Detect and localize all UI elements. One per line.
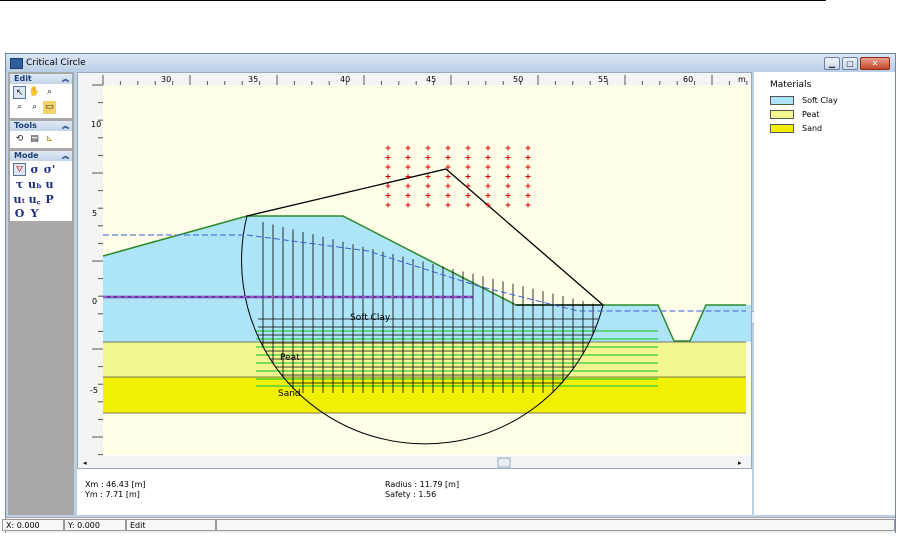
y-coordinate-status: Y: 0.000	[64, 519, 126, 531]
x-coordinate-status: X: 0.000	[2, 519, 64, 531]
x-tick-label: 50	[513, 75, 523, 84]
status-message	[216, 519, 895, 531]
title-bar[interactable]: Critical Circle ▁ □ ✕	[6, 54, 895, 72]
left-ruler	[78, 73, 103, 468]
tool-panel: Edit ︽ ↖ ✋ ⌕ ⌕ ⌕ ▭ Tools ︽ ⟲ ▤ ⊾ Mode ︽ …	[8, 72, 74, 515]
geometry-mode-icon[interactable]: ⛛	[13, 163, 26, 176]
tools-section-header[interactable]: Tools ︽	[10, 121, 72, 131]
maximize-button[interactable]: □	[842, 57, 858, 70]
mode-p-button[interactable]: P	[43, 193, 56, 206]
mode-sigma-effective-button[interactable]: σ'	[43, 163, 56, 176]
edit-section-header[interactable]: Edit ︽	[10, 74, 72, 84]
tools-section-label: Tools	[14, 121, 37, 130]
top-rule	[0, 0, 826, 1]
y-tick-label: 5	[92, 209, 97, 218]
x-tick-label: 30	[161, 75, 171, 84]
pan-hand-icon[interactable]: ✋	[28, 86, 41, 99]
x-tick-label: 60	[683, 75, 693, 84]
results-info: Xm : 46.43 [m] Ym : 7.71 [m] Radius : 11…	[77, 469, 752, 515]
y-tick-label: 0	[92, 297, 97, 306]
peat-swatch	[770, 110, 794, 119]
top-ruler	[78, 73, 751, 85]
minimize-button[interactable]: ▁	[824, 57, 840, 70]
legend-item-label: Peat	[802, 110, 820, 119]
mode-ud-button[interactable]: u꜀	[28, 193, 41, 206]
cross-section-drawing[interactable]: 30 35 40 45 50 55 60 m 10 5 0 -5 E	[78, 73, 751, 468]
ym-readout: Ym : 7.71 [m]	[85, 490, 140, 499]
mode-section-header[interactable]: Mode ︽	[10, 151, 72, 161]
x-tick-label: 35	[248, 75, 258, 84]
status-bar: X: 0.000 Y: 0.000 Edit	[2, 517, 895, 533]
critical-circle-window: Critical Circle ▁ □ ✕ Edit ︽ ↖ ✋ ⌕ ⌕ ⌕ ▭…	[2, 53, 896, 533]
sand-label: Sand	[278, 389, 301, 399]
horizontal-scroll-thumb[interactable]	[497, 457, 511, 468]
zoom-in-icon[interactable]: ⌕	[43, 86, 56, 99]
collapse-chevron-icon[interactable]: ︽	[62, 121, 69, 131]
scroll-left-icon[interactable]: ◂	[83, 459, 87, 467]
y-tick-label: 10	[91, 120, 101, 129]
xm-readout: Xm : 46.43 [m]	[85, 480, 146, 489]
mode-status: Edit	[126, 519, 216, 531]
sand-swatch	[770, 124, 794, 133]
horizontal-scrollbar[interactable]	[78, 456, 751, 468]
materials-legend: Materials Soft Clay Peat Sand	[754, 72, 895, 515]
mode-section-label: Mode	[14, 151, 39, 160]
mode-section: Mode ︽ ⛛ σ σ' τ uₕ u uₜ u꜀ P O Y	[10, 151, 72, 221]
mode-uh-button[interactable]: uₕ	[28, 178, 42, 191]
ruler-icon[interactable]: ⊾	[43, 133, 56, 146]
window-title: Critical Circle	[26, 58, 86, 68]
x-tick-label: 55	[598, 75, 608, 84]
tools-section: Tools ︽ ⟲ ▤ ⊾	[10, 121, 72, 148]
soft-clay-label: Soft Clay	[350, 313, 391, 323]
scroll-right-icon[interactable]: ▸	[738, 459, 742, 467]
mode-o-button[interactable]: O	[13, 207, 26, 220]
x-tick-label: 45	[426, 75, 436, 84]
x-tick-label: 40	[340, 75, 350, 84]
zoom-out-icon[interactable]: ⌕	[13, 101, 26, 114]
x-unit-label: m	[738, 75, 746, 84]
legend-item-label: Sand	[802, 124, 823, 133]
y-tick-label: -5	[90, 386, 98, 395]
report-icon[interactable]: ▤	[28, 133, 41, 146]
zoom-window-icon[interactable]: ⌕	[28, 101, 41, 114]
edit-section-label: Edit	[14, 74, 32, 83]
sand-layer	[103, 377, 746, 413]
drawing-canvas[interactable]: 30 35 40 45 50 55 60 m 10 5 0 -5 E	[77, 72, 752, 469]
mode-u-button[interactable]: u	[43, 178, 56, 191]
zoom-extents-icon[interactable]: ▭	[43, 101, 56, 114]
safety-readout: Safety : 1.56	[385, 490, 437, 499]
select-pointer-icon[interactable]: ↖	[13, 86, 26, 99]
legend-item-label: Soft Clay	[802, 96, 838, 105]
collapse-chevron-icon[interactable]: ︽	[62, 151, 69, 161]
collapse-chevron-icon[interactable]: ︽	[62, 74, 69, 84]
peat-label: Peat	[280, 353, 300, 363]
close-button[interactable]: ✕	[860, 57, 890, 70]
radius-readout: Radius : 11.79 [m]	[385, 480, 460, 489]
mode-tau-button[interactable]: τ	[13, 178, 26, 191]
legend-title: Materials	[770, 80, 812, 90]
rotate-icon[interactable]: ⟲	[13, 133, 26, 146]
edit-section: Edit ︽ ↖ ✋ ⌕ ⌕ ⌕ ▭	[10, 74, 72, 118]
mode-ut-button[interactable]: uₜ	[13, 193, 26, 206]
soft-clay-swatch	[770, 96, 794, 105]
mode-y-button[interactable]: Y	[28, 207, 41, 220]
mode-sigma-button[interactable]: σ	[28, 163, 41, 176]
window-icon	[10, 58, 23, 69]
